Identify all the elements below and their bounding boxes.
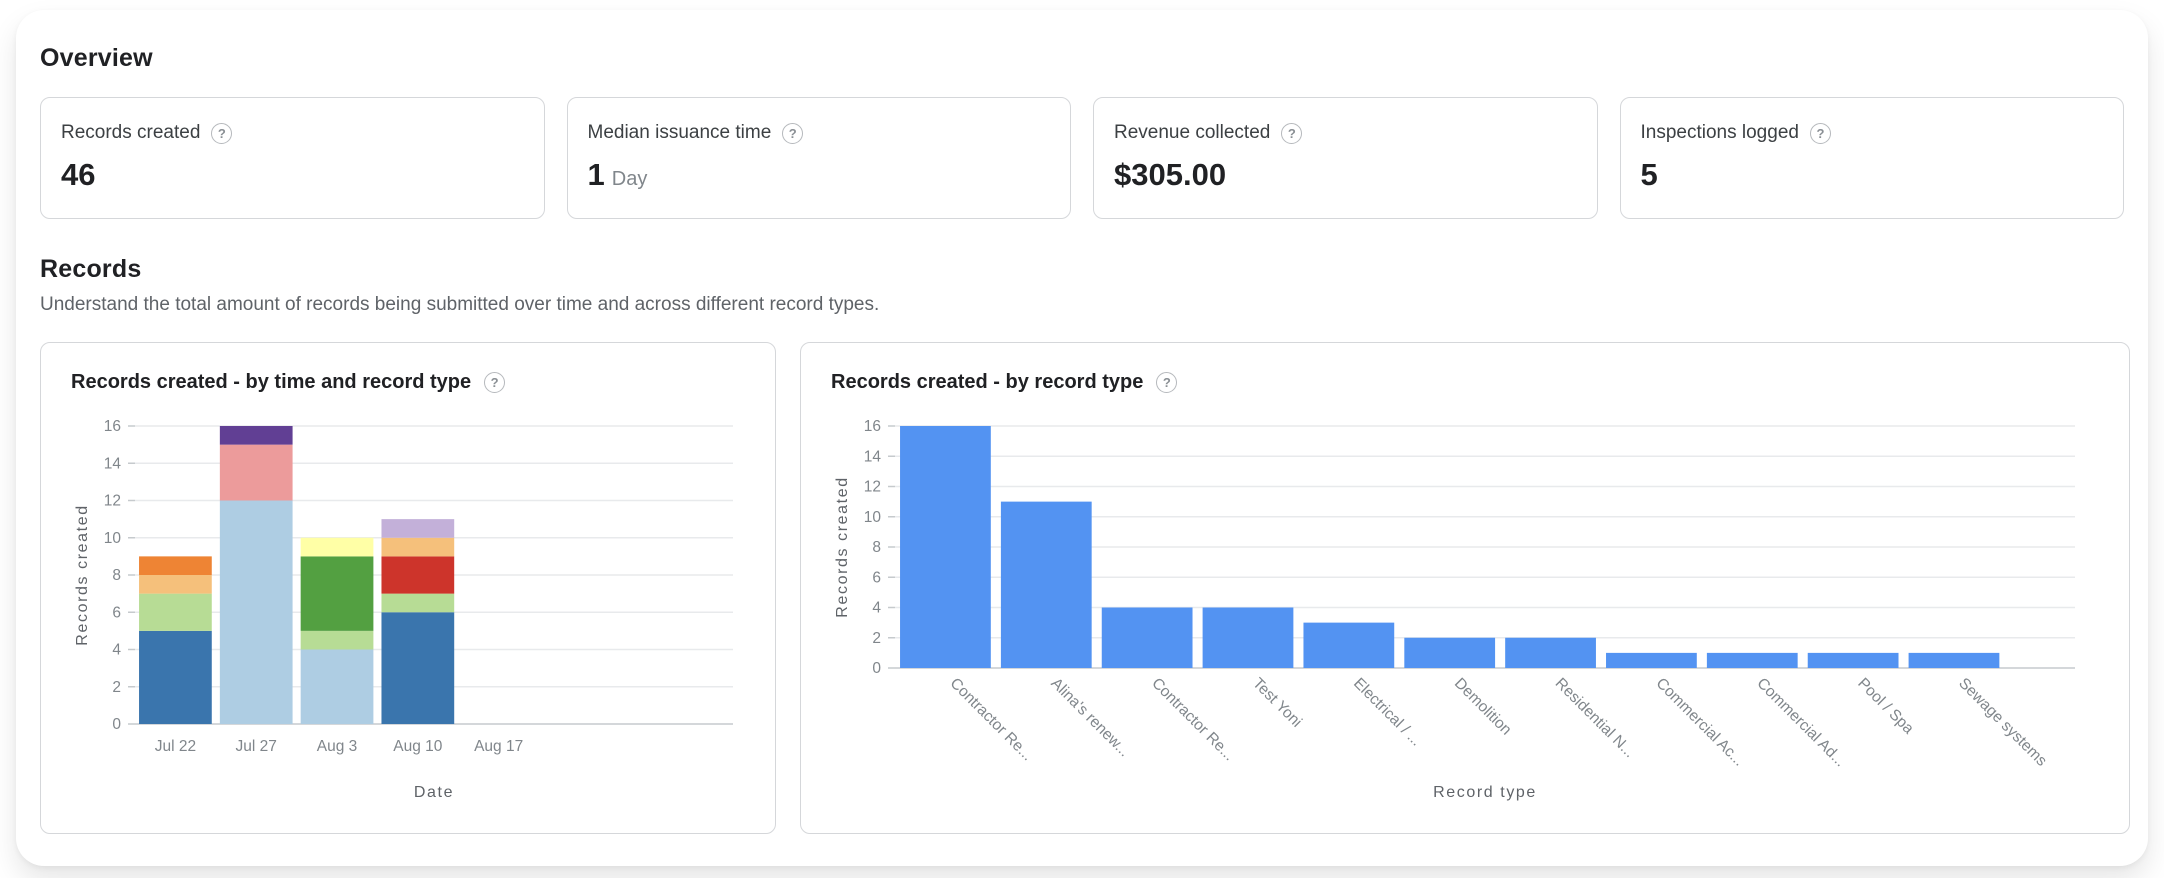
chart-card-by-time: Records created - by time and record typ… <box>40 342 776 834</box>
x-tick-label: Aug 17 <box>474 738 523 755</box>
bar-segment <box>1203 608 1294 669</box>
x-tick-label: Commercial Ad... <box>1753 675 1848 770</box>
y-tick-label: 14 <box>104 455 122 472</box>
bar-segment <box>220 426 293 445</box>
stat-label: Median issuance time <box>588 122 772 144</box>
help-icon[interactable]: ? <box>1156 372 1177 393</box>
chart-card-by-record-type: Records created - by record type ? 0 2 4 6 8… <box>800 342 2130 834</box>
charts-row: Records created - by time and record typ… <box>40 342 2124 834</box>
stat-card-records-created: Records created ? 46 <box>40 97 545 219</box>
bar-segment <box>381 538 454 557</box>
stat-value: $305.00 <box>1114 157 1226 193</box>
y-tick-label: 6 <box>112 604 121 621</box>
bar-segment <box>900 426 991 668</box>
chart-title: Records created - by time and record typ… <box>71 371 471 394</box>
bar-segment <box>381 556 454 593</box>
x-tick-label: Alina's renew... <box>1047 675 1132 760</box>
bar-segment <box>1404 638 1495 668</box>
x-tick-label: Aug 3 <box>317 738 358 755</box>
bar-segment <box>381 594 454 613</box>
x-tick-label: Commercial Ac... <box>1653 675 1748 770</box>
bar-segment <box>1001 502 1092 668</box>
stat-card-inspections-logged: Inspections logged ? 5 <box>1620 97 2125 219</box>
bar-segment <box>381 519 454 538</box>
stat-label: Records created <box>61 122 200 144</box>
stat-card-median-issuance-time: Median issuance time ? 1 Day <box>567 97 1072 219</box>
x-axis-title: Date <box>414 784 454 801</box>
bar-segment <box>1606 653 1697 668</box>
bar-segment <box>220 501 293 725</box>
x-tick-label: Aug 10 <box>393 738 443 755</box>
x-tick-label: Test Yoni <box>1249 675 1305 731</box>
y-tick-label: 0 <box>872 660 881 677</box>
overview-stats-row: Records created ? 46 Median issuance tim… <box>40 97 2124 219</box>
chart-title: Records created - by record type <box>831 371 1143 394</box>
y-tick-label: 4 <box>872 600 881 617</box>
y-tick-label: 10 <box>864 509 882 526</box>
x-tick-label: Sewage systems <box>1955 675 2050 770</box>
bar-segment <box>1909 653 2000 668</box>
bar-segment <box>1707 653 1798 668</box>
records-description: Understand the total amount of records b… <box>40 294 2124 316</box>
y-tick-label: 16 <box>104 418 121 435</box>
bar-segment <box>301 538 374 557</box>
y-tick-label: 8 <box>872 539 881 556</box>
bar-segment <box>1808 653 1899 668</box>
records-heading: Records <box>40 255 2124 284</box>
y-tick-label: 2 <box>112 679 121 696</box>
help-icon[interactable]: ? <box>1281 123 1302 144</box>
y-tick-label: 14 <box>864 448 882 465</box>
y-tick-label: 4 <box>112 642 121 659</box>
bar-segment <box>301 650 374 725</box>
x-tick-label: Electrical / ... <box>1350 675 1425 750</box>
x-tick-label: Residential N... <box>1552 675 1638 761</box>
bar-segment <box>139 575 212 594</box>
help-icon[interactable]: ? <box>1810 123 1831 144</box>
y-tick-label: 16 <box>864 418 881 435</box>
stat-label: Inspections logged <box>1641 122 1799 144</box>
bar-segment <box>139 594 212 631</box>
y-axis-title: Records created <box>74 504 91 645</box>
y-axis-title: Records created <box>834 476 851 617</box>
x-tick-label: Pool / Spa <box>1854 675 1917 738</box>
bar-segment <box>1303 623 1394 668</box>
stat-value: 5 <box>1641 157 1658 193</box>
x-tick-label: Jul 22 <box>155 738 196 755</box>
y-tick-label: 2 <box>872 630 881 647</box>
y-tick-label: 10 <box>104 530 122 547</box>
x-axis-title: Record type <box>1433 784 1537 801</box>
help-icon[interactable]: ? <box>782 123 803 144</box>
bar-segment <box>139 556 212 575</box>
bar-segment <box>1102 608 1193 669</box>
bar-segment <box>139 631 212 724</box>
bar-chart: 0 2 4 6 8 10 12 14 16 Contractor Re...Alina's ren… <box>831 408 2099 808</box>
stat-label: Revenue collected <box>1114 122 1270 144</box>
x-tick-label: Jul 27 <box>236 738 277 755</box>
x-tick-label: Demolition <box>1451 675 1515 739</box>
y-tick-label: 12 <box>104 493 121 510</box>
stat-value: 1 <box>588 157 605 193</box>
help-icon[interactable]: ? <box>211 123 232 144</box>
bar-segment <box>301 631 374 650</box>
stat-unit: Day <box>612 168 648 191</box>
x-tick-label: Contractor Re... <box>947 675 1036 764</box>
y-tick-label: 0 <box>112 716 121 733</box>
bar-segment <box>1505 638 1596 668</box>
dashboard-panel: Overview Records created ? 46 Median iss… <box>16 10 2148 866</box>
y-tick-label: 12 <box>864 479 881 496</box>
bar-segment <box>381 612 454 724</box>
overview-heading: Overview <box>40 44 2124 73</box>
x-tick-label: Contractor Re... <box>1148 675 1237 764</box>
bar-segment <box>220 445 293 501</box>
help-icon[interactable]: ? <box>484 372 505 393</box>
stacked-bar-chart: 0 2 4 6 8 10 12 14 16 Jul 22 Jul 27 Aug 3 Aug 10 Aug … <box>71 408 747 808</box>
y-tick-label: 6 <box>872 569 881 586</box>
stat-card-revenue-collected: Revenue collected ? $305.00 <box>1093 97 1598 219</box>
y-tick-label: 8 <box>112 567 121 584</box>
bar-segment <box>301 556 374 631</box>
stat-value: 46 <box>61 157 95 193</box>
